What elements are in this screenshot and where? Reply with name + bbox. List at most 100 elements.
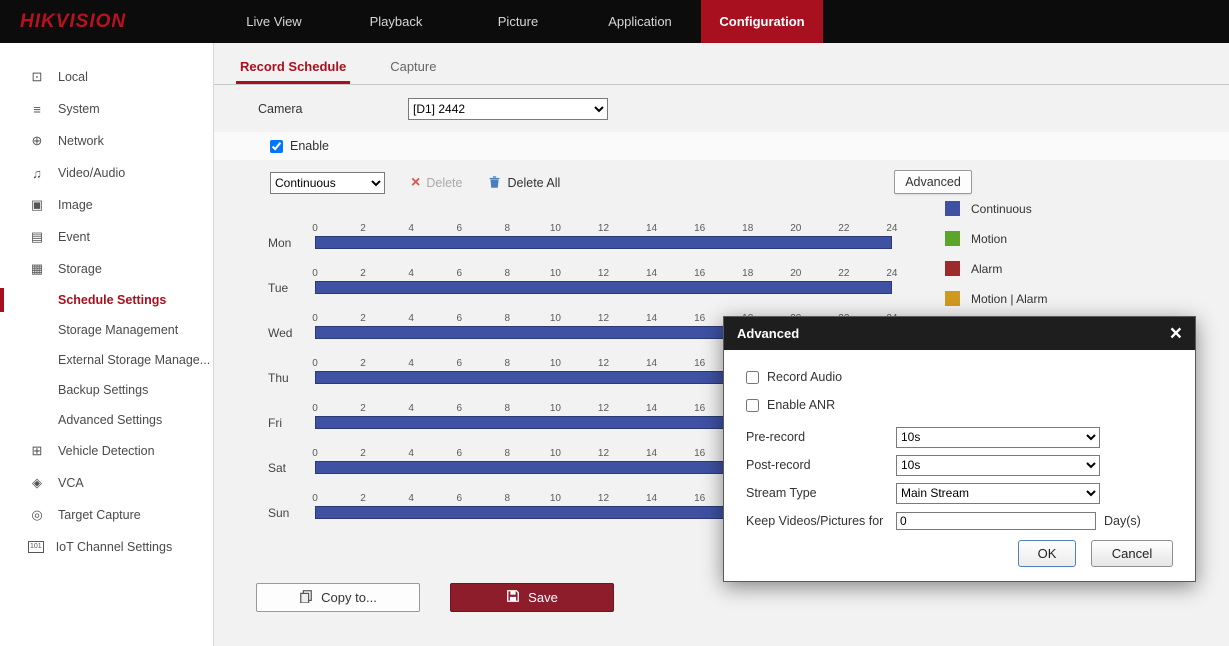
enable-checkbox[interactable] [270, 140, 283, 153]
enable-row: Enable [214, 132, 1229, 160]
tick-label: 6 [451, 223, 467, 234]
copy-to-button[interactable]: Copy to... [256, 583, 420, 612]
tick-label: 6 [451, 268, 467, 279]
sidebar-item-advanced-settings[interactable]: Advanced Settings [0, 405, 213, 435]
page: HIKVISION Live View Playback Picture App… [0, 0, 1229, 646]
cancel-button[interactable]: Cancel [1091, 540, 1173, 567]
record-audio-row: Record Audio [746, 366, 1173, 388]
record-type-select[interactable]: Continuous [270, 172, 385, 194]
sidebar-item-backup-settings[interactable]: Backup Settings [0, 375, 213, 405]
post-record-select[interactable]: 10s [896, 455, 1100, 476]
dialog-fields: Pre-record 10s Post-record 10s Stream Ty… [746, 426, 1173, 532]
system-icon: ≡ [28, 102, 46, 117]
legend-label: Motion [971, 232, 1007, 246]
legend-label: Continuous [971, 202, 1032, 216]
schedule-bar-track[interactable] [315, 236, 892, 249]
sidebar-subitem-label: Advanced Settings [58, 413, 162, 427]
tab-record-schedule[interactable]: Record Schedule [236, 59, 350, 84]
sidebar-item-vehicle-detection[interactable]: ⊞Vehicle Detection [0, 435, 213, 467]
dialog-header: Advanced × [724, 317, 1195, 350]
tick-label: 16 [692, 358, 708, 369]
sidebar-item-iot-channel-settings[interactable]: 101IoT Channel Settings [0, 531, 213, 563]
delete-all-label: Delete All [507, 176, 560, 190]
nav-live-view[interactable]: Live View [213, 0, 335, 43]
tick-label: 24 [884, 268, 900, 279]
tick-label: 14 [644, 448, 660, 459]
tick-label: 18 [740, 268, 756, 279]
pre-record-label: Pre-record [746, 430, 896, 444]
sidebar-item-vca[interactable]: ◈VCA [0, 467, 213, 499]
camera-select[interactable]: [D1] 2442 [408, 98, 608, 120]
tab-capture[interactable]: Capture [386, 59, 440, 84]
tabstrip: Record Schedule Capture [214, 43, 1229, 85]
camera-row: Camera [D1] 2442 [258, 98, 1229, 120]
nav-picture[interactable]: Picture [457, 0, 579, 43]
tick-label: 12 [595, 403, 611, 414]
copy-to-label: Copy to... [321, 590, 377, 605]
enable-anr-checkbox[interactable] [746, 399, 759, 412]
sidebar-item-label: Target Capture [58, 508, 141, 522]
keep-days-input[interactable] [896, 512, 1096, 530]
legend-item-motion-alarm: Motion | Alarm [945, 291, 1047, 306]
tick-label: 16 [692, 448, 708, 459]
sidebar-item-system[interactable]: ≡System [0, 93, 213, 125]
target-capture-icon: ◎ [28, 507, 46, 523]
sidebar-item-label: Event [58, 230, 90, 244]
tick-label: 8 [499, 223, 515, 234]
nav-application[interactable]: Application [579, 0, 701, 43]
tick-label: 4 [403, 313, 419, 324]
nav-playback[interactable]: Playback [335, 0, 457, 43]
schedule-bar[interactable] [315, 236, 892, 249]
delete-all-button[interactable]: Delete All [488, 175, 560, 192]
sidebar-item-external-storage[interactable]: External Storage Manage... [0, 345, 213, 375]
tick-label: 6 [451, 403, 467, 414]
tick-label: 8 [499, 268, 515, 279]
tick-label: 0 [307, 313, 323, 324]
sidebar-item-event[interactable]: ▤Event [0, 221, 213, 253]
day-label: Mon [268, 236, 308, 250]
legend-label: Alarm [971, 262, 1002, 276]
sidebar-item-local[interactable]: ⊡Local [0, 61, 213, 93]
tick-label: 0 [307, 448, 323, 459]
delete-button[interactable]: × Delete [411, 176, 462, 190]
schedule-bar[interactable] [315, 281, 892, 294]
tick-label: 8 [499, 493, 515, 504]
tick-label: 2 [355, 268, 371, 279]
sidebar-item-image[interactable]: ▣Image [0, 189, 213, 221]
sidebar-item-target-capture[interactable]: ◎ Target Capture [0, 499, 213, 531]
stream-type-select[interactable]: Main Stream [896, 483, 1100, 504]
schedule-toolbar: Continuous × Delete Delete All Advanced [270, 170, 1229, 196]
bottom-actions: Copy to... Save [256, 583, 614, 612]
tick-label: 6 [451, 358, 467, 369]
tick-label: 4 [403, 448, 419, 459]
nav-configuration[interactable]: Configuration [701, 0, 823, 43]
sidebar-item-video-audio[interactable]: ♫Video/Audio [0, 157, 213, 189]
camera-label: Camera [258, 102, 408, 116]
close-icon[interactable]: × [1170, 323, 1182, 344]
save-label: Save [528, 590, 558, 605]
time-ticks: 024681012141618202224 [307, 219, 900, 234]
sidebar-item-network[interactable]: ⊕Network [0, 125, 213, 157]
record-audio-label: Record Audio [767, 370, 842, 384]
ok-button[interactable]: OK [1018, 540, 1076, 567]
schedule-bar-track[interactable] [315, 281, 892, 294]
tick-label: 14 [644, 403, 660, 414]
tick-label: 14 [644, 223, 660, 234]
dialog-body: Record Audio Enable ANR Pre-record 10s P… [724, 350, 1195, 581]
sidebar-item-schedule-settings[interactable]: Schedule Settings [0, 285, 213, 315]
advanced-dialog: Advanced × Record Audio Enable ANR Pre-r… [723, 316, 1196, 582]
advanced-button[interactable]: Advanced [894, 170, 972, 194]
post-record-row: Post-record 10s [746, 454, 1173, 476]
sidebar-item-storage-management[interactable]: Storage Management [0, 315, 213, 345]
tick-label: 24 [884, 223, 900, 234]
tick-label: 8 [499, 313, 515, 324]
network-icon: ⊕ [28, 133, 46, 149]
schedule-row: Tue 024681012141618202224 [268, 264, 918, 309]
tick-label: 2 [355, 358, 371, 369]
save-button[interactable]: Save [450, 583, 614, 612]
sidebar-item-label: Storage [58, 262, 102, 276]
record-audio-checkbox[interactable] [746, 371, 759, 384]
sidebar-item-storage[interactable]: ▦Storage [0, 253, 213, 285]
tick-label: 8 [499, 403, 515, 414]
pre-record-select[interactable]: 10s [896, 427, 1100, 448]
